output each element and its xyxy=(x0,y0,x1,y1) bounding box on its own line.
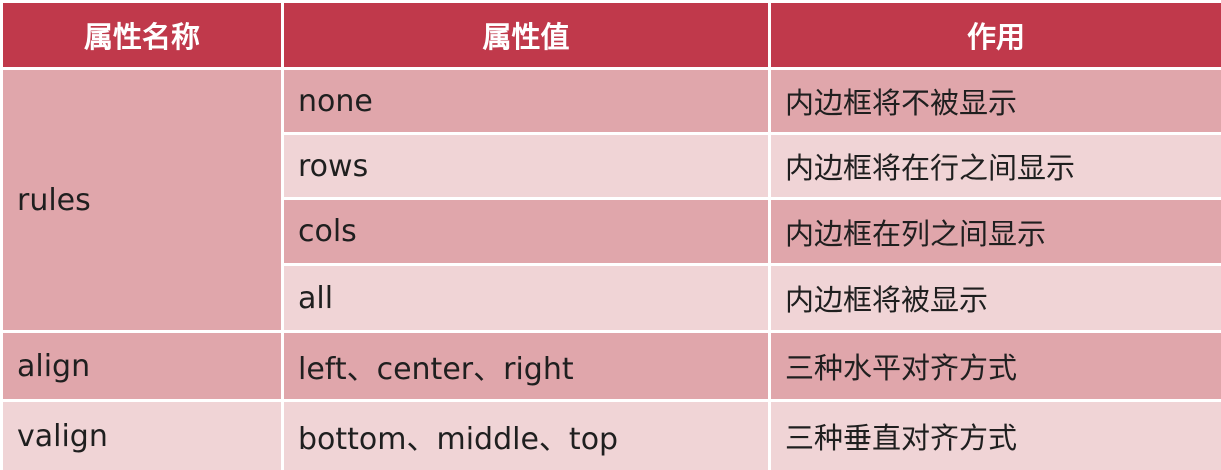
effect-cell: 内边框将不被显示 xyxy=(768,67,1221,135)
effect-cell: 内边框将在行之间显示 xyxy=(768,132,1221,200)
table-header-row: 属性名称 属性值 作用 xyxy=(0,0,1221,70)
effect-cell: 三种垂直对齐方式 xyxy=(768,399,1221,470)
effect-cell: 三种水平对齐方式 xyxy=(768,330,1221,402)
header-attribute-value: 属性值 xyxy=(281,0,771,70)
effect-cell: 内边框在列之间显示 xyxy=(768,197,1221,266)
attribute-table: 属性名称 属性值 作用 rules none 内边框将不被显示 rows 内边框… xyxy=(0,0,1221,470)
effect-cell: 内边框将被显示 xyxy=(768,263,1221,333)
table-row: valign bottom、middle、top 三种垂直对齐方式 xyxy=(0,399,1221,470)
attribute-value-cell: none xyxy=(281,67,771,135)
header-attribute-name: 属性名称 xyxy=(0,0,284,70)
attribute-value-cell: left、center、right xyxy=(281,330,771,402)
attribute-value-cell: rows xyxy=(281,132,771,200)
attribute-value-cell: cols xyxy=(281,197,771,266)
table-row: align left、center、right 三种水平对齐方式 xyxy=(0,330,1221,402)
attribute-value-cell: all xyxy=(281,263,771,333)
attribute-name-cell: align xyxy=(0,330,284,402)
attribute-value-cell: bottom、middle、top xyxy=(281,399,771,470)
table-row: rules none 内边框将不被显示 xyxy=(0,67,1221,333)
attribute-name-cell: valign xyxy=(0,399,284,470)
header-effect: 作用 xyxy=(768,0,1221,70)
attribute-name-cell: rules xyxy=(0,67,284,333)
